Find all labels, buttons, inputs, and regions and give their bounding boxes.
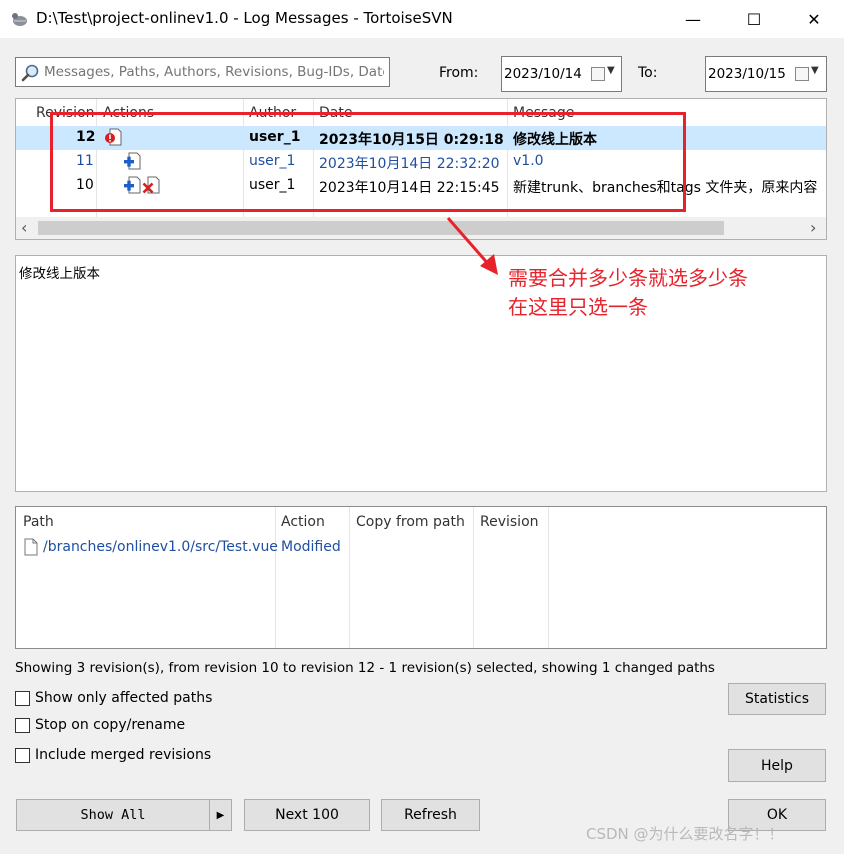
to-date-picker[interactable]: 2023/10/15 ▼ (705, 56, 827, 92)
column-divider (473, 507, 474, 648)
scroll-right-arrow-icon[interactable]: › (810, 218, 816, 237)
scrollbar-thumb[interactable] (38, 221, 724, 235)
statistics-button[interactable]: Statistics (728, 683, 826, 715)
column-header-path[interactable]: Path (23, 514, 54, 530)
annotation-line-1: 需要合并多少条就选多少条 (508, 266, 748, 290)
file-icon (24, 538, 38, 556)
search-icon (21, 64, 39, 82)
tortoisesvn-app-icon (12, 13, 27, 26)
column-header-action[interactable]: Action (281, 514, 325, 530)
to-date-value: 2023/10/15 (708, 66, 786, 82)
log-message-text: 修改线上版本 (19, 266, 100, 282)
column-divider (548, 507, 549, 648)
column-header-copy-from-path[interactable]: Copy from path (356, 514, 465, 530)
from-date-picker[interactable]: 2023/10/14 ▼ (501, 56, 622, 92)
annotation-arrow-icon (446, 217, 498, 275)
chevron-down-icon[interactable]: ▼ (607, 65, 615, 76)
search-input[interactable] (44, 58, 384, 86)
calendar-icon[interactable] (795, 67, 809, 81)
search-box[interactable] (15, 57, 390, 87)
chevron-down-icon[interactable]: ▼ (811, 65, 819, 76)
refresh-button[interactable]: Refresh (381, 799, 480, 831)
horizontal-scrollbar[interactable]: ‹ › (16, 217, 826, 239)
csdn-watermark: CSDN @为什么要改名字！！ (586, 825, 784, 843)
calendar-icon[interactable] (591, 67, 605, 81)
annotation-text: 需要合并多少条就选多少条 在这里只选一条 (508, 264, 748, 322)
column-header-revision[interactable]: Revision (480, 514, 539, 530)
scroll-left-arrow-icon[interactable]: ‹ (21, 218, 27, 237)
changed-paths-list: Path Action Copy from path Revision /bra… (15, 506, 827, 649)
show-only-affected-label[interactable]: Show only affected paths (35, 690, 212, 706)
column-divider (349, 507, 350, 648)
changed-path-action: Modified (281, 539, 341, 555)
changed-path-row[interactable]: /branches/onlinev1.0/src/Test.vue Modifi… (16, 536, 826, 558)
annotation-line-2: 在这里只选一条 (508, 295, 648, 319)
from-label: From: (439, 65, 479, 81)
close-button[interactable]: ✕ (784, 0, 844, 38)
to-label: To: (638, 65, 658, 81)
show-all-dropdown-arrow-icon[interactable]: ▶ (209, 799, 232, 831)
column-divider (275, 507, 276, 648)
minimize-button[interactable]: — (663, 0, 723, 38)
next-100-button[interactable]: Next 100 (244, 799, 370, 831)
title-bar: D:\Test\project-onlinev1.0 - Log Message… (0, 0, 844, 38)
show-only-affected-checkbox[interactable] (15, 691, 30, 706)
stop-on-copy-label[interactable]: Stop on copy/rename (35, 717, 185, 733)
changed-path: /branches/onlinev1.0/src/Test.vue (43, 539, 278, 555)
include-merged-checkbox[interactable] (15, 748, 30, 763)
include-merged-label[interactable]: Include merged revisions (35, 747, 211, 763)
stop-on-copy-checkbox[interactable] (15, 718, 30, 733)
window-title: D:\Test\project-onlinev1.0 - Log Message… (36, 9, 453, 27)
help-button[interactable]: Help (728, 749, 826, 782)
show-all-button[interactable]: Show All (16, 799, 210, 831)
status-text: Showing 3 revision(s), from revision 10 … (15, 660, 715, 676)
annotation-highlight-box (50, 112, 686, 212)
maximize-button[interactable]: ☐ (724, 0, 784, 38)
from-date-value: 2023/10/14 (504, 66, 582, 82)
